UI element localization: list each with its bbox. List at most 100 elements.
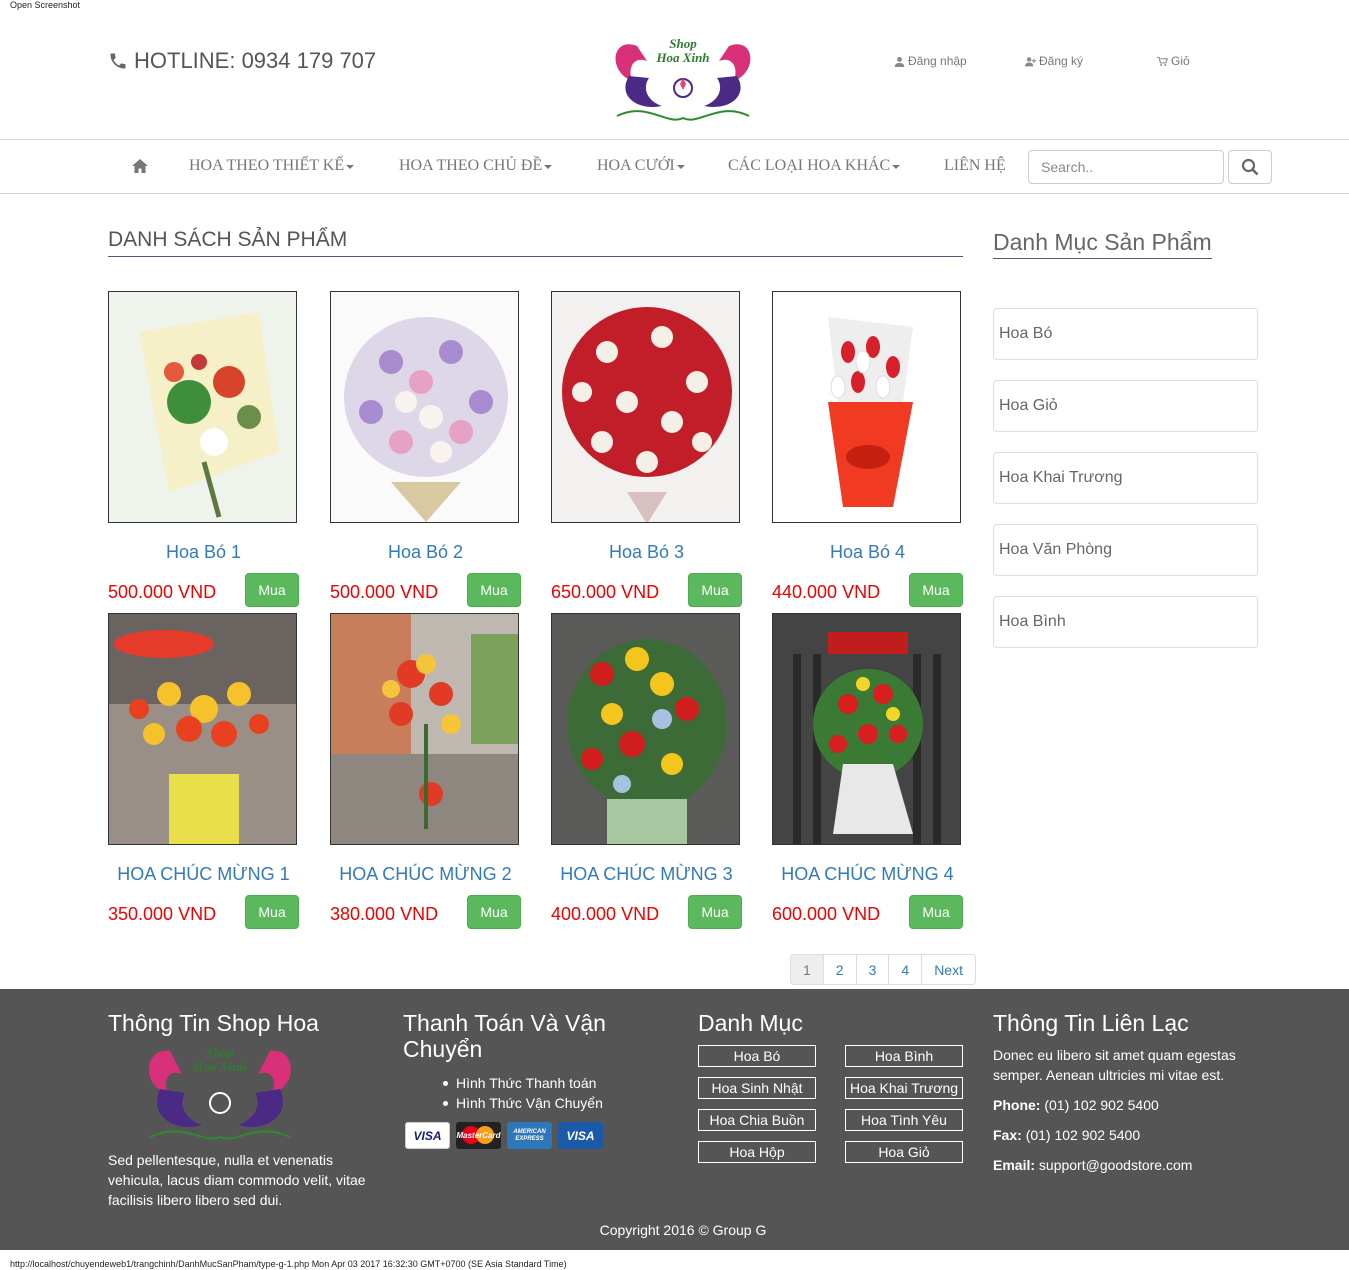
buy-button[interactable]: Mua: [688, 895, 742, 929]
category-hoa-gio[interactable]: Hoa Giỏ: [993, 380, 1258, 432]
shop-logo[interactable]: Shop Hoa Xinh: [607, 26, 759, 132]
footer-fax: Fax: (01) 102 902 5400: [993, 1125, 1140, 1145]
product-image[interactable]: [551, 291, 740, 523]
product-name[interactable]: Hoa Bó 2: [330, 542, 521, 563]
cart-link[interactable]: Giỏ: [1157, 54, 1190, 68]
buy-button[interactable]: Mua: [245, 895, 299, 929]
hotline-text: HOTLINE: 0934 179 707: [134, 48, 377, 73]
nav-label: CÁC LOẠI HOA KHÁC: [728, 157, 891, 174]
caret-down-icon: [676, 165, 685, 169]
amex-card-icon: AMERICAN EXPRESS: [507, 1122, 552, 1149]
page-2[interactable]: 2: [822, 954, 857, 985]
footer-category-link[interactable]: Hoa Bó: [698, 1045, 816, 1067]
footer-category-link[interactable]: Hoa Sinh Nhật: [698, 1077, 816, 1099]
footer-email: Email: support@goodstore.com: [993, 1155, 1192, 1175]
footer-logo: Shop Hoa Xinh: [140, 1041, 300, 1147]
footer-phone: Phone: (01) 102 902 5400: [993, 1095, 1159, 1115]
product-image[interactable]: [772, 291, 961, 523]
product-image[interactable]: [772, 613, 961, 845]
nav-label: LIÊN HỆ: [944, 157, 1006, 174]
footer-category-link[interactable]: Hoa Khai Trương: [845, 1077, 963, 1099]
buy-button[interactable]: Mua: [909, 573, 963, 607]
footer-category-link[interactable]: Hoa Hộp: [698, 1141, 816, 1163]
phone-label: Phone:: [993, 1097, 1041, 1113]
home-icon[interactable]: [131, 158, 149, 174]
nav-item-other[interactable]: CÁC LOẠI HOA KHÁC: [728, 157, 901, 175]
product-price: 440.000 VND: [772, 582, 881, 602]
visa-electron-card-icon: VISA: [558, 1122, 603, 1149]
footer-shop-description: Sed pellentesque, nulla et venenatis veh…: [108, 1152, 366, 1208]
product-name[interactable]: HOA CHÚC MỪNG 2: [330, 864, 521, 885]
product-price: 350.000 VND: [108, 904, 217, 924]
product-name[interactable]: HOA CHÚC MỪNG 4: [772, 864, 963, 885]
page-title: DANH SÁCH SẢN PHẨM: [108, 228, 963, 257]
user-icon: [894, 56, 905, 67]
footer-category-link[interactable]: Hoa Tình Yêu: [845, 1109, 963, 1131]
nav-item-wedding[interactable]: HOA CƯỚI: [597, 157, 685, 175]
category-hoa-khai-truong[interactable]: Hoa Khai Trương: [993, 452, 1258, 504]
footer-category-link[interactable]: Hoa Bình: [845, 1045, 963, 1067]
footer-logo-text-top: Shop: [206, 1045, 234, 1060]
buy-button[interactable]: Mua: [467, 895, 521, 929]
phone-icon: [110, 53, 126, 69]
product-card: Hoa Bó 4 440.000 VND Mua: [772, 291, 963, 607]
nav-item-theme[interactable]: HOA THEO CHỦ ĐỀ: [399, 157, 553, 175]
search-input[interactable]: [1028, 150, 1224, 184]
hotline: HOTLINE: 0934 179 707: [108, 48, 376, 74]
nav-item-contact[interactable]: LIÊN HỆ: [944, 157, 1006, 175]
product-image[interactable]: [330, 291, 519, 523]
nav-label: HOA THEO CHỦ ĐỀ: [399, 157, 543, 174]
page-4[interactable]: 4: [888, 954, 923, 985]
product-image[interactable]: [108, 613, 297, 845]
product-name[interactable]: Hoa Bó 4: [772, 542, 963, 563]
payment-method-link[interactable]: Hình Thức Thanh toán: [443, 1073, 603, 1093]
product-card: HOA CHÚC MỪNG 2 380.000 VND Mua: [330, 613, 521, 929]
product-price: 380.000 VND: [330, 904, 439, 924]
footer-shop-title: Thông Tin Shop Hoa: [108, 1010, 319, 1036]
category-hoa-bo[interactable]: Hoa Bó: [993, 308, 1258, 360]
product-name[interactable]: HOA CHÚC MỪNG 3: [551, 864, 742, 885]
buy-button[interactable]: Mua: [467, 573, 521, 607]
product-name[interactable]: Hoa Bó 1: [108, 542, 299, 563]
page-next[interactable]: Next: [921, 954, 976, 985]
search-button[interactable]: [1228, 150, 1272, 184]
product-image[interactable]: [330, 613, 519, 845]
footer-contact-title: Thông Tin Liên Lạc: [993, 1010, 1189, 1036]
buy-button[interactable]: Mua: [688, 573, 742, 607]
page-1[interactable]: 1: [790, 954, 824, 985]
product-name[interactable]: Hoa Bó 3: [551, 542, 742, 563]
product-image[interactable]: [551, 613, 740, 845]
nav-label: HOA CƯỚI: [597, 157, 675, 174]
cart-label: Giỏ: [1171, 54, 1190, 68]
category-hoa-binh[interactable]: Hoa Bình: [993, 596, 1258, 648]
nav-item-design[interactable]: HOA THEO THIẾT KẾ: [189, 157, 355, 175]
main-navbar: HOA THEO THIẾT KẾ HOA THEO CHỦ ĐỀ HOA CƯ…: [0, 140, 1349, 194]
product-price: 650.000 VND: [551, 582, 660, 602]
buy-button[interactable]: Mua: [245, 573, 299, 607]
category-hoa-van-phong[interactable]: Hoa Văn Phòng: [993, 524, 1258, 576]
page-3[interactable]: 3: [855, 954, 890, 985]
footer-contact-description: Donec eu libero sit amet quam egestas se…: [993, 1047, 1236, 1083]
product-card: Hoa Bó 2 500.000 VND Mua: [330, 291, 521, 607]
footer-category-link[interactable]: Hoa Giỏ: [845, 1141, 963, 1163]
site-header: HOTLINE: 0934 179 707 Shop Hoa Xinh Đăng…: [0, 0, 1349, 140]
shipping-method-link[interactable]: Hình Thức Vận Chuyển: [443, 1093, 603, 1113]
status-bar: http://localhost/chuyendeweb1/trangchinh…: [10, 1259, 567, 1269]
user-plus-icon: [1025, 56, 1036, 66]
logo-text-top: Shop: [669, 36, 697, 51]
buy-button[interactable]: Mua: [909, 895, 963, 929]
product-name[interactable]: HOA CHÚC MỪNG 1: [108, 864, 299, 885]
search-icon: [1241, 158, 1259, 176]
footer-payment-title: Thanh Toán Và Vận Chuyển: [403, 1010, 606, 1062]
fax-label: Fax:: [993, 1127, 1022, 1143]
login-link[interactable]: Đăng nhập: [894, 54, 967, 68]
footer-logo-text-bottom: Hoa Xinh: [192, 1059, 246, 1074]
copyright: Copyright 2016 © Group G: [599, 1222, 767, 1238]
site-footer: Thông Tin Shop Hoa Shop Hoa Xinh Sed pel…: [0, 989, 1349, 1250]
product-image[interactable]: [108, 291, 297, 523]
product-price: 600.000 VND: [772, 904, 881, 924]
register-link[interactable]: Đăng ký: [1025, 54, 1083, 68]
email-value[interactable]: support@goodstore.com: [1039, 1157, 1193, 1173]
footer-category-link[interactable]: Hoa Chia Buồn: [698, 1109, 816, 1131]
phone-value: (01) 102 902 5400: [1044, 1097, 1159, 1113]
